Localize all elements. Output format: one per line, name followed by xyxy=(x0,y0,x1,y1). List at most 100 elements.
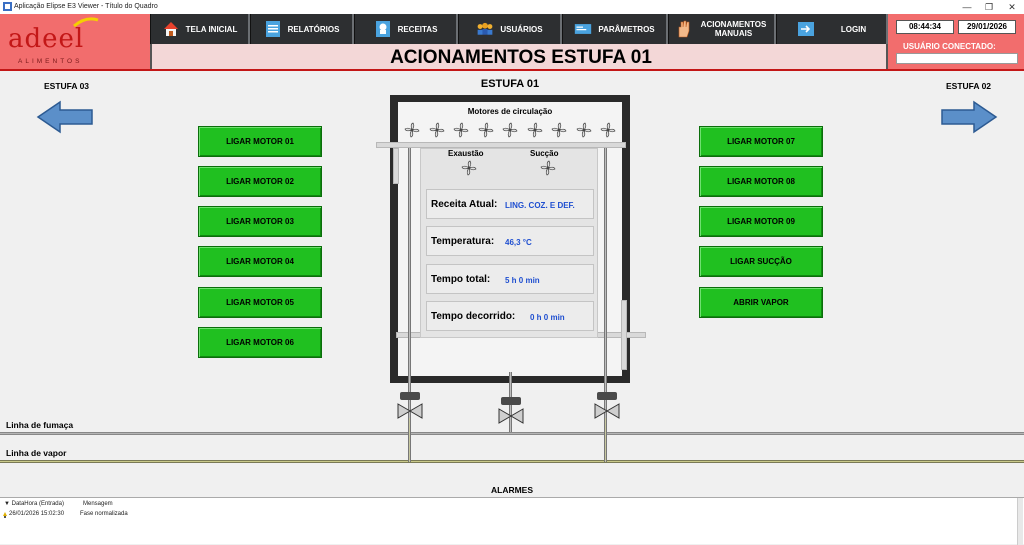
smoke-line-label: Linha de fumaça xyxy=(6,420,74,430)
nav-usuarios[interactable]: USUÁRIOS xyxy=(458,14,562,44)
alarm-col-datetime[interactable]: ▼ DataHora (Entrada) xyxy=(4,501,64,507)
nav-label: LOGIN xyxy=(840,24,867,34)
circulation-fan-icon xyxy=(429,122,445,138)
smoke-line xyxy=(0,432,1024,435)
arrow-left-icon[interactable] xyxy=(36,100,94,134)
total-time-box: Tempo total: 5 h 0 min xyxy=(426,264,594,294)
circulation-fan-icon xyxy=(404,122,420,138)
nav-acionamentos-manuais[interactable]: ACIONAMENTOS MANUAIS xyxy=(668,14,776,44)
steam-line-label: Linha de vapor xyxy=(6,448,67,458)
alarm-col-message[interactable]: Mensagem xyxy=(83,501,113,507)
steam-drop-left xyxy=(408,418,411,462)
page-title-bar: ACIONAMENTOS ESTUFA 01 xyxy=(150,44,888,70)
users-icon xyxy=(476,20,494,38)
user-label: USUÁRIO CONECTADO: xyxy=(903,42,996,51)
circulation-fan-icon xyxy=(576,122,592,138)
circulation-fan-icon xyxy=(551,122,567,138)
valve-actuator-right xyxy=(597,392,617,400)
arrow-right-icon[interactable] xyxy=(940,100,998,134)
total-time-label: Tempo total: xyxy=(431,274,491,285)
nav-tela-inicial[interactable]: TELA INICIAL xyxy=(150,14,250,44)
close-button[interactable]: ✕ xyxy=(1003,1,1021,13)
ligar-motor-07-button[interactable]: LIGAR MOTOR 07 xyxy=(699,126,823,157)
circulation-fan-icon xyxy=(600,122,616,138)
user-field xyxy=(896,53,1018,64)
page-title: ACIONAMENTOS ESTUFA 01 xyxy=(390,47,652,68)
nav-label: PARÂMETROS xyxy=(598,24,655,34)
app-icon xyxy=(3,2,12,11)
recipe-label: Receita Atual: xyxy=(431,199,498,210)
elapsed-time-label: Tempo decorrido: xyxy=(431,311,516,322)
nav-login[interactable]: LOGIN xyxy=(776,14,888,44)
report-icon xyxy=(264,20,282,38)
nav-relatorios[interactable]: RELATÓRIOS xyxy=(250,14,354,44)
ligar-motor-04-button[interactable]: LIGAR MOTOR 04 xyxy=(198,246,322,277)
window-title: Aplicação Elipse E3 Viewer - Título do Q… xyxy=(14,3,158,10)
valve-actuator-left xyxy=(400,392,420,400)
ligar-motor-02-button[interactable]: LIGAR MOTOR 02 xyxy=(198,166,322,197)
nav-label: USUÁRIOS xyxy=(500,24,543,34)
duct-left xyxy=(393,148,399,184)
parameters-icon xyxy=(574,20,592,38)
alarm-datetime: 26/01/2026 15:02:30 xyxy=(9,511,65,517)
alarm-row[interactable]: 26/01/2026 15:02:30 Fase normalizada xyxy=(0,510,1024,520)
company-logo: adeel ALIMENTOS xyxy=(0,14,150,70)
nav-label: TELA INICIAL xyxy=(185,24,238,34)
alarms-title: ALARMES xyxy=(490,485,534,495)
recipe-value: LING. COZ. E DEF. xyxy=(505,201,575,210)
ligar-motor-09-button[interactable]: LIGAR MOTOR 09 xyxy=(699,206,823,237)
main-nav: TELA INICIAL RELATÓRIOS RECEITAS USUÁRIO… xyxy=(150,14,888,44)
ligar-motor-08-button[interactable]: LIGAR MOTOR 08 xyxy=(699,166,823,197)
alarm-message: Fase normalizada xyxy=(80,511,128,517)
hand-icon xyxy=(675,20,693,38)
valve-left-icon[interactable] xyxy=(397,403,423,419)
nav-label: ACIONAMENTOS MANUAIS xyxy=(700,20,767,38)
abrir-vapor-button[interactable]: ABRIR VAPOR xyxy=(699,287,823,318)
logo-subtitle: ALIMENTOS xyxy=(18,58,83,65)
ligar-motor-03-button[interactable]: LIGAR MOTOR 03 xyxy=(198,206,322,237)
steam-drop-right xyxy=(604,418,607,462)
temperature-box: Temperatura: 46,3 °C xyxy=(426,226,594,256)
chef-icon xyxy=(374,20,392,38)
time-display: 08:44:34 xyxy=(896,20,954,34)
alarm-bell-icon xyxy=(3,512,7,518)
circulation-fan-icon xyxy=(478,122,494,138)
nav-receitas[interactable]: RECEITAS xyxy=(354,14,458,44)
recipe-box: Receita Atual: LING. COZ. E DEF. xyxy=(426,189,594,219)
valve-actuator-center xyxy=(501,397,521,405)
duct-right xyxy=(621,300,627,370)
exhaust-fan-icon xyxy=(461,160,477,176)
date-display: 29/01/2026 xyxy=(958,20,1016,34)
valve-center-icon[interactable] xyxy=(498,408,524,424)
ligar-motor-01-button[interactable]: LIGAR MOTOR 01 xyxy=(198,126,322,157)
valve-right-icon[interactable] xyxy=(594,403,620,419)
nav-parametros[interactable]: PARÂMETROS xyxy=(562,14,668,44)
ligar-motor-05-button[interactable]: LIGAR MOTOR 05 xyxy=(198,287,322,318)
circulation-fan-icon xyxy=(453,122,469,138)
temperature-value: 46,3 °C xyxy=(505,238,532,247)
suction-fan-icon xyxy=(540,160,556,176)
alarms-panel: ▼ DataHora (Entrada) Mensagem 26/01/2026… xyxy=(0,497,1024,545)
ligar-succao-button[interactable]: LIGAR SUCÇÃO xyxy=(699,246,823,277)
temperature-label: Temperatura: xyxy=(431,236,495,247)
ligar-motor-06-button[interactable]: LIGAR MOTOR 06 xyxy=(198,327,322,358)
header-divider xyxy=(0,69,1024,71)
circulation-fan-icon xyxy=(502,122,518,138)
alarm-scrollbar[interactable] xyxy=(1017,498,1023,545)
nav-label: RECEITAS xyxy=(397,24,438,34)
exhaust-label: Exaustão xyxy=(448,149,484,158)
login-icon xyxy=(797,20,815,38)
motors-label: Motores de circulação xyxy=(467,107,553,116)
home-icon xyxy=(162,20,180,38)
total-time-value: 5 h 0 min xyxy=(505,276,540,285)
minimize-button[interactable]: — xyxy=(958,1,976,13)
next-estufa-label: ESTUFA 02 xyxy=(946,81,992,91)
nav-label: RELATÓRIOS xyxy=(287,24,340,34)
window-titlebar: Aplicação Elipse E3 Viewer - Título do Q… xyxy=(0,0,1024,14)
prev-estufa-label: ESTUFA 03 xyxy=(44,81,90,91)
suction-label: Sucção xyxy=(530,149,559,158)
steam-line xyxy=(0,460,1024,463)
circulation-fan-icon xyxy=(527,122,543,138)
restore-button[interactable]: ❐ xyxy=(980,1,998,13)
estufa-title: ESTUFA 01 xyxy=(480,78,540,90)
